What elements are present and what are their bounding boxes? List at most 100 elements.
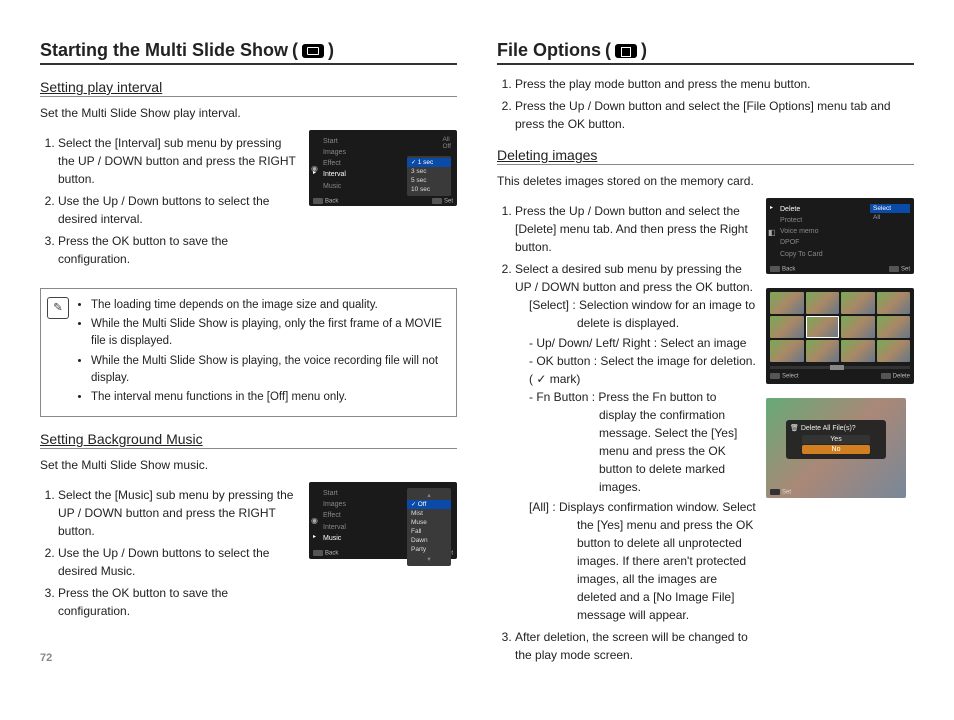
select-sub-nav: - Up/ Down/ Left/ Right : Select an imag… — [529, 334, 756, 352]
select-sub-ok: - OK button : Select the image for delet… — [529, 352, 756, 388]
submenu-item-selected: Off — [407, 500, 451, 509]
submenu-item: 5 sec — [407, 176, 451, 185]
interval-step-1: Select the [Interval] sub menu by pressi… — [58, 134, 299, 188]
intro-step-1: Press the play mode button and press the… — [515, 75, 914, 93]
right-title-text: File Options — [497, 40, 601, 61]
music-row: Select the [Music] sub menu by pressing … — [40, 482, 457, 628]
trash-icon: 🗑 — [790, 425, 799, 432]
select-description: [Select] : Selection window for an image… — [529, 296, 756, 332]
section-deleting-images: Deleting images — [497, 147, 914, 165]
note-icon: ✎ — [47, 297, 69, 319]
file-options-icon — [615, 44, 637, 58]
menu-item: Copy To Card — [780, 249, 910, 260]
submenu-item: Fall — [407, 527, 451, 536]
left-title-text: Starting the Multi Slide Show — [40, 40, 288, 61]
thumb — [806, 292, 840, 314]
confirm-dialog: 🗑 Delete All File(s)? Yes No — [786, 420, 886, 459]
menu-right-hints: All Off — [442, 136, 451, 150]
page-number: 72 — [40, 652, 457, 664]
check-icon: ✓ — [536, 372, 546, 386]
footer-set: Set — [432, 198, 453, 205]
delete-menu-screenshot: ◧ Delete Protect Voice memo DPOF Copy To… — [766, 198, 914, 275]
footer-back: Back — [313, 198, 338, 205]
interval-row: Select the [Interval] sub menu by pressi… — [40, 130, 457, 276]
thumb — [770, 340, 804, 362]
interval-screenshot: ◉ Start Images Effect Interval Music All… — [309, 130, 457, 207]
submenu-item: Party — [407, 545, 451, 554]
music-step-2: Use the Up / Down buttons to select the … — [58, 544, 299, 580]
delete-steps: Press the Up / Down button and select th… — [515, 202, 756, 664]
confirm-title: Delete All File(s)? — [801, 425, 856, 432]
submenu-item: All — [870, 213, 910, 222]
thumb-selected — [806, 316, 840, 338]
left-title: Starting the Multi Slide Show ( ) — [40, 40, 457, 65]
menu-item: Voice memo — [780, 226, 910, 237]
thumb — [841, 340, 875, 362]
intro-step-2: Press the Up / Down button and select th… — [515, 97, 914, 133]
music-step-3: Press the OK button to save the configur… — [58, 584, 299, 620]
deleting-intro: This deletes images stored on the memory… — [497, 173, 914, 190]
interval-steps: Select the [Interval] sub menu by pressi… — [58, 134, 299, 268]
thumb — [877, 340, 911, 362]
thumb — [841, 292, 875, 314]
footer-set: Set — [770, 489, 791, 496]
delete-submenu: Select All — [870, 204, 910, 222]
interval-step-3: Press the OK button to save the configur… — [58, 232, 299, 268]
right-column: File Options ( ) Press the play mode but… — [497, 40, 914, 672]
scroll-bar — [770, 366, 910, 369]
thumb — [877, 316, 911, 338]
music-intro: Set the Multi Slide Show music. — [40, 457, 457, 474]
footer-back: Back — [770, 266, 795, 273]
select-sub-fn: - Fn Button : Press the Fn button to dis… — [529, 388, 756, 496]
section-play-interval: Setting play interval — [40, 79, 457, 97]
scroll-down-icon: ▾ — [407, 554, 451, 564]
footer-delete: Delete — [881, 373, 910, 380]
interval-notes: ✎ The loading time depends on the image … — [40, 288, 457, 418]
submenu-item: Muse — [407, 518, 451, 527]
submenu-item-selected: Select — [870, 204, 910, 213]
thumb — [770, 292, 804, 314]
thumbnail-grid — [770, 292, 910, 362]
interval-step-2: Use the Up / Down buttons to select the … — [58, 192, 299, 228]
footer-back: Back — [313, 550, 338, 557]
right-title: File Options ( ) — [497, 40, 914, 65]
music-submenu: ▴ Off Mist Muse Fall Dawn Party ▾ — [407, 488, 451, 566]
submenu-item: Dawn — [407, 536, 451, 545]
interval-intro: Set the Multi Slide Show play interval. — [40, 105, 457, 122]
submenu-item-selected: 1 sec — [407, 158, 451, 167]
confirm-no-selected: No — [802, 445, 870, 454]
scroll-up-icon: ▴ — [407, 490, 451, 500]
confirm-yes: Yes — [802, 435, 870, 444]
footer-set: Set — [889, 266, 910, 273]
thumb — [770, 316, 804, 338]
note-item: While the Multi Slide Show is playing, o… — [91, 316, 446, 351]
submenu-item: 10 sec — [407, 185, 451, 194]
music-steps: Select the [Music] sub menu by pressing … — [58, 486, 299, 620]
delete-step-3: After deletion, the screen will be chang… — [515, 628, 756, 664]
file-menu-icon: ◧ — [768, 228, 776, 237]
interval-submenu: 1 sec 3 sec 5 sec 10 sec — [407, 156, 451, 196]
left-column: Starting the Multi Slide Show ( ) Settin… — [40, 40, 457, 672]
manual-page: Starting the Multi Slide Show ( ) Settin… — [40, 40, 914, 672]
thumb — [841, 316, 875, 338]
slideshow-icon — [302, 44, 324, 58]
slideshow-menu-icon: ◉ — [311, 516, 318, 525]
submenu-item: 3 sec — [407, 167, 451, 176]
submenu-item: Mist — [407, 509, 451, 518]
delete-confirm-screenshot: 🗑 Delete All File(s)? Yes No Set — [766, 398, 906, 498]
note-item: While the Multi Slide Show is playing, t… — [91, 353, 446, 388]
thumbnail-grid-screenshot: Select Delete — [766, 288, 914, 384]
delete-step-2: Select a desired sub menu by pressing th… — [515, 260, 756, 624]
thumb — [806, 340, 840, 362]
delete-row-1: Press the Up / Down button and select th… — [497, 198, 914, 672]
menu-item: Start — [323, 136, 453, 147]
footer-select: Select — [770, 373, 799, 380]
menu-item: DPOF — [780, 237, 910, 248]
all-description: [All] : Displays confirmation window. Se… — [529, 498, 756, 624]
note-item: The loading time depends on the image si… — [91, 297, 446, 314]
thumb — [877, 292, 911, 314]
music-step-1: Select the [Music] sub menu by pressing … — [58, 486, 299, 540]
note-item: The interval menu functions in the [Off]… — [91, 389, 446, 406]
file-options-intro-steps: Press the play mode button and press the… — [515, 75, 914, 133]
music-screenshot: ◉ Start Images Effect Interval Music ▴ O… — [309, 482, 457, 559]
